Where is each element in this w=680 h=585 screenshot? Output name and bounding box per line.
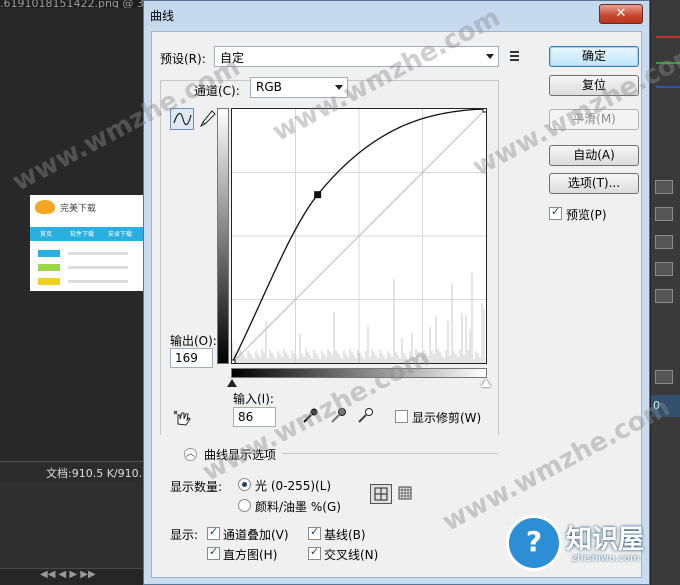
ok-button[interactable]: 确定: [549, 46, 639, 67]
thumb-site-name: 完美下载: [60, 204, 97, 214]
dialog-body: 预设(R): 自定 通道(C): RGB 输出(O): 169 输入(I): 8…: [151, 31, 642, 578]
curve-control-point: [482, 109, 486, 113]
panel-icon[interactable]: [655, 180, 673, 194]
pigment-radio[interactable]: [238, 499, 251, 512]
output-gradient-bar: [217, 108, 229, 364]
options-button[interactable]: 选项(T)...: [549, 173, 639, 194]
baseline-checkbox[interactable]: [308, 525, 321, 540]
thumb-line: [68, 252, 128, 255]
thumb-line: [68, 266, 128, 269]
timeline-controls[interactable]: ◀◀ ◀ ▶ ▶▶: [0, 568, 143, 585]
show-clipping-checkbox[interactable]: [395, 410, 408, 423]
preview-checkbox[interactable]: [549, 205, 562, 220]
show-clipping-label: 显示修剪(W): [412, 411, 482, 425]
input-gradient-bar: [231, 368, 487, 378]
intersection-line-checkbox[interactable]: [308, 545, 321, 560]
histogram-label: 直方图(H): [223, 548, 278, 562]
curve-icon: [173, 112, 192, 126]
baseline-label: 基线(B): [324, 528, 366, 542]
preset-options-icon[interactable]: [510, 51, 524, 63]
close-button[interactable]: ✕: [599, 4, 643, 24]
gray-eyedropper-icon[interactable]: [330, 406, 348, 424]
preset-label: 预设(R):: [160, 52, 206, 66]
output-field[interactable]: 169: [170, 348, 213, 368]
display-options-title: 曲线显示选项: [204, 448, 277, 462]
brand-url: zhishiwu.com: [572, 553, 640, 564]
thumb-line: [68, 280, 128, 283]
group-border-left: [160, 80, 161, 435]
color-slider-red[interactable]: [656, 36, 680, 38]
thumb-row: [38, 250, 60, 257]
channel-overlay-checkbox[interactable]: [207, 525, 220, 540]
brand-icon: ?: [506, 515, 562, 571]
right-panel: 0: [650, 0, 680, 585]
smooth-button[interactable]: 平滑(M): [549, 109, 639, 130]
status-bar: 文档:910.5 K/910.5: [0, 461, 149, 483]
thumb-nav-item: 安卓下载: [108, 231, 133, 238]
camera-icon[interactable]: [655, 207, 673, 221]
curve-graph[interactable]: [231, 108, 487, 364]
chevron-down-icon: [335, 85, 343, 90]
channel-select[interactable]: RGB: [250, 77, 348, 98]
curve-control-point: [314, 191, 322, 199]
input-label: 输入(I):: [233, 392, 274, 406]
dialog-titlebar[interactable]: 曲线 ✕: [144, 1, 649, 27]
display-amount-label: 显示数量:: [170, 480, 223, 494]
curves-dialog: 曲线 ✕ 预设(R): 自定 通道(C): RGB 输出(O): 169 输入(…: [143, 0, 650, 585]
brand-name: 知识屋: [566, 525, 645, 555]
curve-control-point: [232, 359, 236, 363]
panel-icon[interactable]: [655, 262, 673, 276]
show-label: 显示:: [170, 528, 199, 542]
thumb-row: [38, 264, 60, 271]
panel-icon[interactable]: [655, 289, 673, 303]
white-eyedropper-icon[interactable]: [357, 406, 375, 424]
canvas-area: 完美下载 首页 软件下载 安卓下载: [0, 8, 143, 461]
grid-4-icon: [374, 487, 388, 501]
preset-select[interactable]: 自定: [214, 46, 499, 67]
preview-label: 预览(P): [566, 208, 607, 222]
chevron-down-icon: [486, 54, 494, 59]
layer-row-selected[interactable]: 0: [651, 395, 680, 417]
reset-button[interactable]: 复位: [549, 75, 639, 96]
input-field[interactable]: 86: [233, 407, 276, 427]
curve-plot[interactable]: [232, 109, 486, 363]
panel-icon[interactable]: [655, 235, 673, 249]
dialog-title: 曲线: [150, 9, 175, 23]
lock-icon[interactable]: [655, 370, 673, 384]
grid-10-icon: [398, 486, 412, 500]
simple-grid-button[interactable]: [370, 484, 392, 504]
pencil-icon[interactable]: [200, 110, 216, 128]
canvas-image: 完美下载 首页 软件下载 安卓下载: [30, 195, 143, 291]
light-radio[interactable]: [238, 478, 251, 491]
section-divider: [282, 453, 498, 454]
light-radio-label: 光 (0-255)(L): [255, 479, 332, 493]
thumb-logo: [35, 200, 55, 214]
color-slider-blue[interactable]: [656, 86, 680, 88]
intersection-line-label: 交叉线(N): [324, 548, 379, 562]
output-label: 输出(O):: [170, 334, 217, 348]
color-slider-green[interactable]: [656, 62, 680, 64]
thumb-row: [38, 278, 60, 285]
thumb-nav-item: 软件下载: [70, 231, 95, 238]
histogram: [232, 273, 485, 363]
black-point-slider[interactable]: [227, 379, 237, 387]
pigment-radio-label: 颜料/油墨 %(G): [255, 500, 341, 514]
white-point-slider[interactable]: [481, 379, 491, 387]
auto-button[interactable]: 自动(A): [549, 145, 639, 166]
curve-point-mode-button[interactable]: [170, 108, 194, 130]
preset-value: 自定: [220, 51, 245, 65]
thumb-nav-item: 首页: [40, 231, 53, 238]
channel-overlay-label: 通道叠加(V): [223, 528, 289, 542]
black-eyedropper-icon[interactable]: [302, 406, 320, 424]
channel-value: RGB: [256, 80, 282, 94]
thumb-nav-bar: 首页 软件下载 安卓下载: [30, 227, 143, 241]
group-border-right: [498, 80, 499, 435]
detailed-grid-button[interactable]: [395, 484, 417, 504]
document-info: 文档:910.5 K/910.5: [46, 467, 150, 480]
brand-logo: ? 知识屋 zhishiwu.com: [506, 515, 676, 571]
histogram-checkbox[interactable]: [207, 545, 220, 560]
channel-label: 通道(C):: [194, 84, 240, 98]
collapse-icon[interactable]: ︿: [184, 448, 197, 461]
target-adjust-hand-icon[interactable]: [173, 408, 193, 426]
